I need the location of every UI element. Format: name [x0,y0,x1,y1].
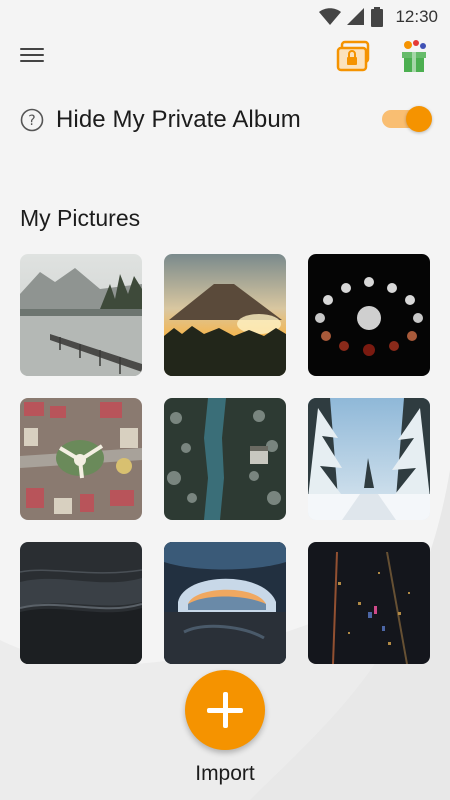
status-time: 12:30 [395,7,438,26]
battery-icon [371,7,384,27]
signal-icon [347,8,365,25]
menu-icon[interactable] [20,44,50,70]
picture-thumbnail[interactable] [308,254,430,376]
section-title: My Pictures [20,205,141,231]
picture-thumbnail[interactable] [164,542,286,664]
import-button[interactable] [185,670,265,750]
hide-album-toggle[interactable] [382,106,432,132]
picture-grid [20,254,430,664]
app-bar [0,34,450,80]
picture-thumbnail[interactable] [308,398,430,520]
wifi-icon [319,8,342,25]
hide-album-row: ? Hide My Private Album [20,100,432,140]
svg-text:?: ? [28,113,35,129]
status-bar: 12:30 [0,0,450,34]
picture-thumbnail[interactable] [20,542,142,664]
hide-album-label: Hide My Private Album [56,106,301,133]
locked-album-icon[interactable] [336,40,372,74]
picture-thumbnail[interactable] [164,398,286,520]
import-label: Import [195,762,255,785]
help-icon[interactable]: ? [20,108,44,132]
picture-thumbnail[interactable] [164,254,286,376]
picture-thumbnail[interactable] [308,542,430,664]
gift-icon[interactable] [396,38,432,74]
picture-thumbnail[interactable] [20,398,142,520]
picture-thumbnail[interactable] [20,254,142,376]
